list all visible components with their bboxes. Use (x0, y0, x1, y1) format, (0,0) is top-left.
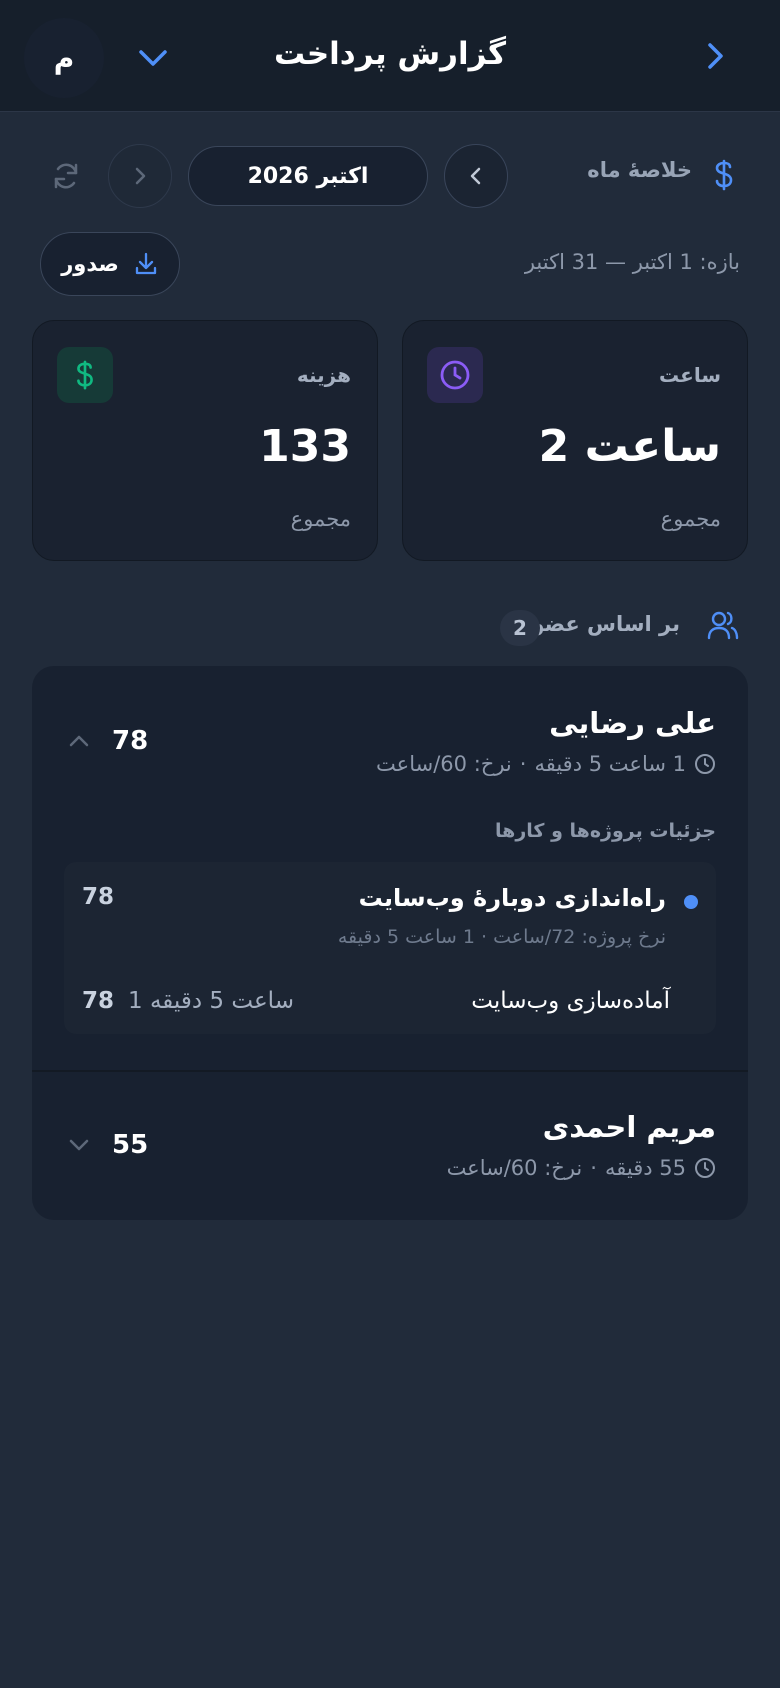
member-amount: 78 (112, 726, 149, 756)
refresh-icon[interactable] (50, 160, 82, 192)
date-range-text: بازه: 1 اکتبر — 31 اکتبر (524, 250, 740, 274)
chevron-up-icon[interactable] (66, 728, 92, 754)
export-button[interactable]: صدور (40, 232, 180, 296)
project-meta: نرخ پروژه: 72/ساعت · 1 ساعت 5 دقیقه (337, 926, 666, 948)
chevron-right-icon (135, 167, 146, 185)
members-count-badge: 2 (500, 610, 540, 646)
member-rate: نرخ: 60/ساعت (446, 1156, 583, 1180)
member-rate: نرخ: 60/ساعت (376, 752, 512, 776)
divider (32, 1070, 748, 1072)
project-amount: 78 (82, 884, 115, 910)
cost-stat-card: هزینه 133 مجموع (32, 320, 378, 561)
member-duration: 55 دقیقه (604, 1156, 686, 1180)
users-icon (706, 608, 740, 642)
member-meta: 1 ساعت 5 دقیقه · نرخ: 60/ساعت (376, 752, 716, 776)
stat-value: 133 (259, 421, 351, 472)
next-month-button[interactable] (444, 144, 508, 208)
hours-stat-card: ساعت 2 ساعت مجموع (402, 320, 748, 561)
details-title: جزئیات پروژه‌ها و کارها (495, 820, 716, 842)
members-list: علی رضایی 1 ساعت 5 دقیقه · نرخ: 60/ساعت … (32, 666, 748, 1220)
member-name: علی رضایی (549, 706, 716, 740)
stat-value: 2 ساعت (538, 421, 721, 472)
task-name: آماده‌سازی وب‌سایت (471, 988, 670, 1014)
page-title: گزارش پرداخت (274, 36, 506, 72)
members-section-title: بر اساس عضو (531, 612, 681, 636)
member-name: مریم احمدی (542, 1110, 716, 1144)
task-amount: 78 (82, 988, 115, 1014)
chevron-down-icon[interactable] (66, 1132, 92, 1158)
project-name: راه‌اندازی دوبارهٔ وب‌سایت (358, 884, 666, 912)
dollar-icon (57, 347, 113, 403)
stat-subtitle: مجموع (660, 507, 721, 531)
clock-icon (427, 347, 483, 403)
stat-label: ساعت (658, 363, 721, 387)
chevron-down-icon[interactable] (133, 38, 173, 78)
download-icon (135, 252, 156, 275)
month-selector[interactable]: اکتبر 2026 (188, 146, 428, 206)
month-summary-label: خلاصهٔ ماه (587, 158, 692, 182)
app-header: گزارش پرداخت م (0, 0, 780, 112)
member-duration: 1 ساعت 5 دقیقه (534, 752, 686, 776)
chevron-left-icon (470, 167, 481, 185)
member-meta: 55 دقیقه · نرخ: 60/ساعت (447, 1156, 716, 1180)
task-duration: 1 ساعت 5 دقیقه (128, 988, 294, 1014)
stat-subtitle: مجموع (290, 507, 351, 531)
project-color-dot (684, 895, 698, 909)
export-label: صدور (61, 252, 119, 276)
avatar[interactable]: م (24, 18, 104, 98)
project-details: راه‌اندازی دوبارهٔ وب‌سایت 78 نرخ پروژه:… (64, 862, 716, 1034)
prev-month-button[interactable] (108, 144, 172, 208)
member-amount: 55 (112, 1130, 149, 1160)
dollar-icon (708, 158, 740, 192)
clock-icon (695, 754, 715, 774)
clock-icon (695, 1158, 715, 1178)
stat-label: هزینه (296, 363, 351, 387)
